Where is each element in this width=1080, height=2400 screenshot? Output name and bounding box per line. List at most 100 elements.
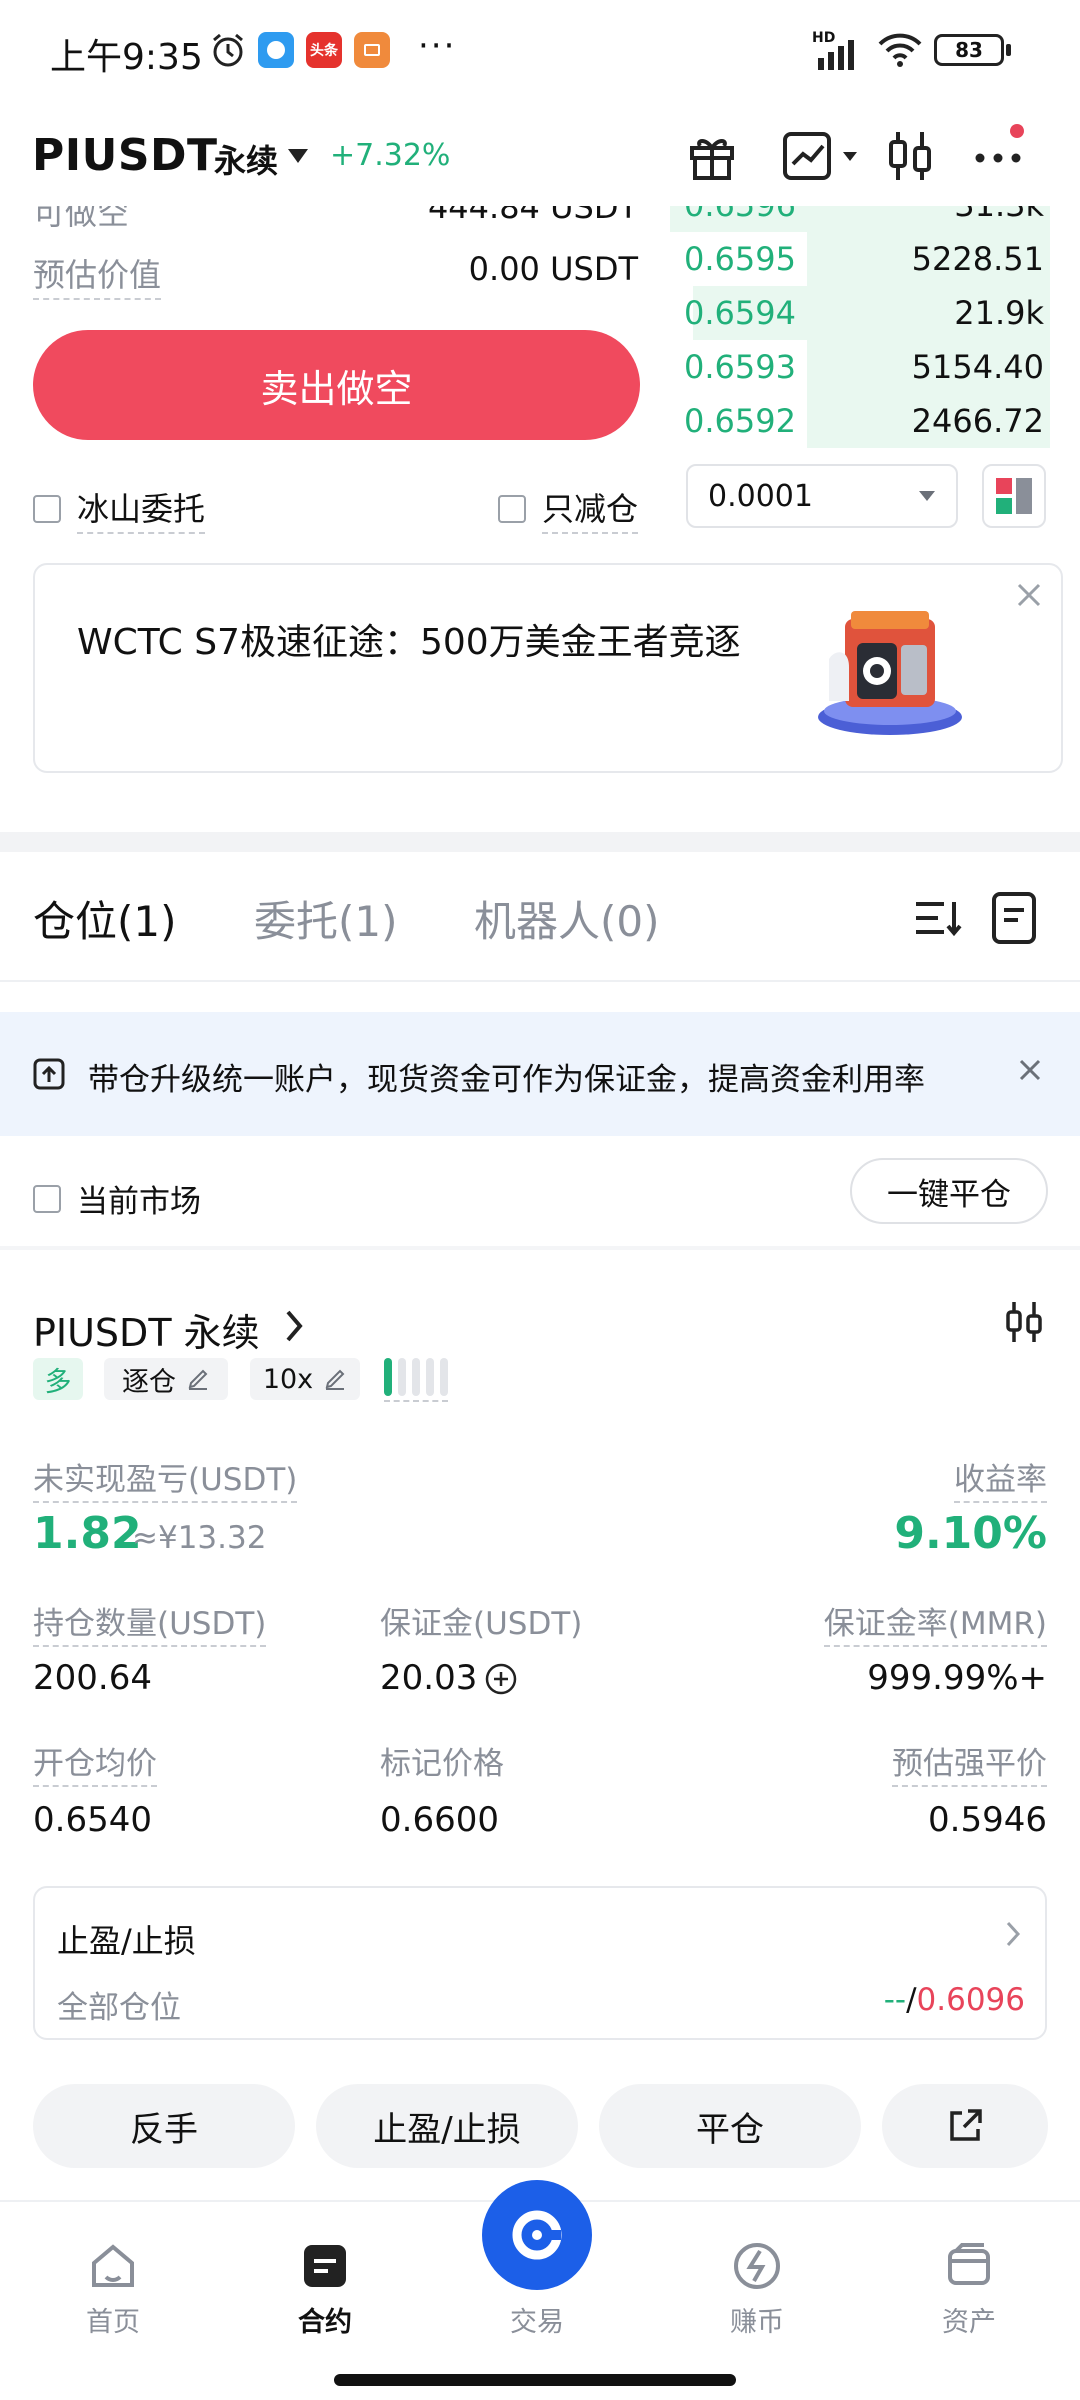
- close-position-button[interactable]: 平仓: [599, 2084, 861, 2168]
- tp-value: --: [883, 1982, 907, 2018]
- margin-mode-tag[interactable]: 逐仓: [104, 1358, 228, 1400]
- notification-dot: [1010, 124, 1024, 138]
- history-icon[interactable]: [988, 890, 1044, 946]
- liq-price-label: 预估强平价: [892, 1738, 1047, 1787]
- nav-home[interactable]: 首页: [48, 2236, 178, 2339]
- current-market-checkbox[interactable]: [33, 1184, 61, 1213]
- bottom-nav: 首页 合约 交易 赚币 资产: [0, 2180, 1080, 2400]
- nav-home-label: 首页: [86, 2307, 140, 2338]
- unified-account-notice[interactable]: 带仓升级统一账户，现货资金可作为保证金，提高资金利用率: [0, 1012, 1080, 1136]
- entry-price-label: 开仓均价: [33, 1738, 157, 1787]
- contract-type[interactable]: 永续: [214, 136, 278, 182]
- symbol-dropdown-icon[interactable]: [286, 146, 310, 170]
- chevron-right-icon: [1005, 1920, 1021, 1952]
- status-bar: 上午9:35 头条 ··· HD 83: [0, 22, 1080, 82]
- reduce-only-option[interactable]: 只减仓: [498, 484, 639, 534]
- roe-label: 收益率: [954, 1454, 1047, 1503]
- pnl-label: 未实现盈亏(USDT): [33, 1454, 298, 1503]
- margin-value: 20.03: [380, 1658, 478, 1698]
- earn-icon: [727, 2236, 787, 2296]
- tab-bots[interactable]: 机器人(0): [474, 888, 660, 949]
- wifi-icon: [876, 30, 924, 74]
- edit-icon: [188, 1369, 208, 1390]
- current-market-label: 当前市场: [77, 1184, 201, 1220]
- candlestick-icon[interactable]: [878, 124, 942, 188]
- tpsl-title: 止盈/止损: [57, 1922, 196, 1960]
- order-book-row[interactable]: 0.6595 5228.51: [670, 232, 1050, 286]
- tpsl-button[interactable]: 止盈/止损: [316, 2084, 578, 2168]
- size-label: 持仓数量(USDT): [33, 1598, 267, 1647]
- nav-trade-label: 交易: [510, 2307, 564, 2338]
- position-chart-icon[interactable]: [1002, 1300, 1046, 1348]
- order-book-price: 0.6595: [684, 240, 796, 278]
- current-market-filter[interactable]: 当前市场: [33, 1176, 201, 1221]
- nav-earn[interactable]: 赚币: [692, 2236, 822, 2339]
- mmr-value: 999.99%+: [867, 1658, 1047, 1698]
- liq-price-value: 0.5946: [928, 1800, 1047, 1840]
- promo-text: WCTC S7极速征途：500万美金王者竞逐: [77, 622, 741, 663]
- sort-icon[interactable]: [910, 890, 966, 946]
- mark-price-label: 标记价格: [380, 1746, 504, 1782]
- nav-futures[interactable]: 合约: [260, 2236, 390, 2339]
- chevron-down-icon: [919, 491, 935, 501]
- battery-icon: 83: [934, 34, 1004, 66]
- tpsl-panel[interactable]: 止盈/止损 全部仓位 --/0.6096: [33, 1886, 1047, 2040]
- iceberg-option[interactable]: 冰山委托: [33, 484, 206, 534]
- promo-banner[interactable]: WCTC S7极速征途：500万美金王者竞逐: [33, 563, 1063, 773]
- share-icon: [950, 2109, 982, 2141]
- leverage-tag[interactable]: 10x: [250, 1358, 360, 1400]
- chart-icon[interactable]: [778, 124, 868, 188]
- share-button[interactable]: [882, 2084, 1048, 2168]
- shopping-notification-icon: [354, 32, 390, 68]
- upgrade-icon: [33, 1058, 65, 1094]
- pnl-cny: ≈¥13.32: [132, 1520, 267, 1556]
- reverse-button[interactable]: 反手: [33, 2084, 295, 2168]
- signal-icon: [812, 36, 864, 76]
- toutiao-notification-icon: 头条: [306, 32, 342, 68]
- roe-value: 9.10%: [894, 1508, 1047, 1559]
- sell-short-button[interactable]: 卖出做空: [33, 330, 640, 440]
- iceberg-label: 冰山委托: [77, 484, 206, 534]
- position-title[interactable]: PIUSDT 永续: [33, 1302, 260, 1357]
- iceberg-checkbox[interactable]: [33, 495, 61, 523]
- nav-earn-label: 赚币: [730, 2307, 784, 2338]
- futures-icon: [295, 2236, 355, 2296]
- order-book-qty: 5228.51: [911, 240, 1044, 278]
- more-notifications-icon: ···: [418, 26, 457, 66]
- order-book-qty: 5154.40: [911, 348, 1044, 386]
- order-book-row[interactable]: 0.6592 2466.72: [670, 394, 1050, 448]
- home-icon: [83, 2236, 143, 2296]
- order-book-row-partial[interactable]: 0.6596 31.3k: [670, 206, 1050, 232]
- symbol-title[interactable]: PIUSDT: [32, 130, 218, 181]
- mark-price-value: 0.6600: [380, 1800, 499, 1840]
- chevron-right-icon[interactable]: [282, 1308, 306, 1348]
- size-value: 200.64: [33, 1658, 152, 1698]
- reduce-only-checkbox[interactable]: [498, 495, 526, 523]
- adl-indicator[interactable]: [384, 1358, 448, 1402]
- available-label: 可做空: [33, 206, 130, 232]
- order-book-price: 0.6592: [684, 402, 796, 440]
- close-icon[interactable]: [1007, 573, 1051, 617]
- est-value: 0.00 USDT: [468, 250, 638, 288]
- gift-icon[interactable]: [680, 124, 744, 188]
- order-book-row[interactable]: 0.6593 5154.40: [670, 340, 1050, 394]
- order-book-layout-icon[interactable]: [982, 464, 1046, 528]
- edit-icon: [325, 1369, 345, 1390]
- pnl-value: 1.82: [33, 1508, 142, 1559]
- promo-image: [805, 599, 975, 739]
- precision-select[interactable]: 0.0001: [686, 464, 958, 528]
- nav-trade[interactable]: 交易: [472, 2180, 602, 2339]
- entry-price-value: 0.6540: [33, 1800, 152, 1840]
- tab-orders[interactable]: 委托(1): [254, 888, 398, 949]
- sl-value: 0.6096: [916, 1982, 1025, 2018]
- close-all-button[interactable]: 一键平仓: [850, 1158, 1048, 1224]
- close-notice-icon[interactable]: [1018, 1058, 1042, 1086]
- nav-assets[interactable]: 资产: [904, 2236, 1034, 2339]
- order-book-qty: 21.9k: [954, 294, 1044, 332]
- home-indicator: [334, 2374, 736, 2386]
- order-book-row[interactable]: 0.6594 21.9k: [670, 286, 1050, 340]
- mmr-label: 保证金率(MMR): [823, 1598, 1047, 1647]
- nav-assets-label: 资产: [942, 2307, 996, 2338]
- tab-positions[interactable]: 仓位(1): [33, 888, 177, 949]
- add-margin-icon[interactable]: [484, 1662, 518, 1700]
